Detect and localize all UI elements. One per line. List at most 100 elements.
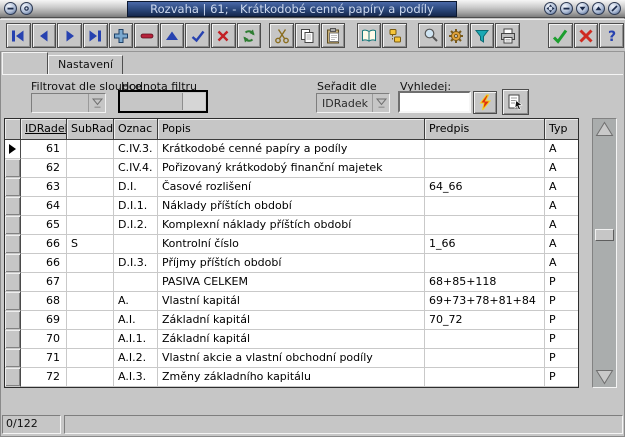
cell-typ[interactable]: P [545, 349, 578, 368]
cell-predpis[interactable] [425, 330, 545, 349]
scroll-up-button[interactable] [594, 120, 615, 138]
copy-structure-button[interactable] [382, 23, 407, 48]
cell-subradek[interactable] [67, 330, 114, 349]
cut-button[interactable] [269, 23, 294, 48]
select-from-list-button[interactable] [502, 89, 529, 115]
cell-subradek[interactable] [67, 197, 114, 216]
header-typ[interactable]: Typ [545, 119, 578, 140]
cell-popis[interactable]: PASIVA CELKEM [158, 273, 425, 292]
header-predpis[interactable]: Predpis [425, 119, 545, 140]
cancel-edit-button[interactable] [211, 23, 236, 48]
cell-idradek[interactable]: 61 [21, 140, 67, 159]
refresh-button[interactable] [237, 23, 262, 48]
row-selector[interactable] [5, 178, 21, 197]
cell-subradek[interactable] [67, 159, 114, 178]
vertical-scrollbar[interactable] [592, 118, 617, 388]
cell-oznac[interactable] [114, 235, 158, 254]
search-button[interactable] [418, 23, 443, 48]
cell-idradek[interactable]: 71 [21, 349, 67, 368]
cell-oznac[interactable]: D.I.2. [114, 216, 158, 235]
window-sticky-button[interactable] [20, 2, 33, 15]
cell-popis[interactable]: Komplexní náklady příštích období [158, 216, 425, 235]
cell-popis[interactable]: Náklady příštích období [158, 197, 425, 216]
shade-up-button[interactable] [592, 2, 605, 15]
table-row[interactable]: 70 A.I.1. Základní kapitál P [5, 330, 578, 349]
tab-nastaveni[interactable]: Nastavení [48, 55, 123, 74]
cell-predpis[interactable] [425, 254, 545, 273]
cell-idradek[interactable]: 64 [21, 197, 67, 216]
filter-value-field[interactable] [118, 90, 208, 113]
help-button[interactable]: ? [599, 23, 624, 48]
cell-idradek[interactable]: 66 [21, 254, 67, 273]
cell-predpis[interactable]: 1_66 [425, 235, 545, 254]
cell-popis[interactable]: Krátkodobé cenné papíry a podíly [158, 140, 425, 159]
prior-record-button[interactable] [32, 23, 57, 48]
header-subradek[interactable]: SubRadek [67, 119, 114, 140]
search-execute-button[interactable] [473, 91, 497, 114]
cell-typ[interactable]: A [545, 197, 578, 216]
row-selector[interactable] [5, 216, 21, 235]
cell-idradek[interactable]: 70 [21, 330, 67, 349]
cell-predpis[interactable] [425, 216, 545, 235]
cell-oznac[interactable]: D.I. [114, 178, 158, 197]
sort-combobox[interactable]: IDRadek [316, 93, 390, 113]
table-row[interactable]: 67 PASIVA CELKEM 68+85+118 P [5, 273, 578, 292]
row-selector[interactable] [5, 197, 21, 216]
cell-subradek[interactable] [67, 349, 114, 368]
table-row[interactable]: 66 S Kontrolní číslo 1_66 A [5, 235, 578, 254]
header-idradek[interactable]: IDRadek [21, 119, 67, 140]
cell-oznac[interactable]: A. [114, 292, 158, 311]
scroll-down-button[interactable] [594, 368, 615, 386]
cell-subradek[interactable] [67, 140, 114, 159]
browse-button[interactable] [357, 23, 382, 48]
shade-down-button[interactable] [576, 2, 589, 15]
cell-predpis[interactable]: 69+73+78+81+84 [425, 292, 545, 311]
confirm-button[interactable] [548, 23, 573, 48]
copy-button[interactable] [295, 23, 320, 48]
cell-typ[interactable]: A [545, 235, 578, 254]
cell-typ[interactable]: P [545, 273, 578, 292]
cell-idradek[interactable]: 68 [21, 292, 67, 311]
close-form-button[interactable] [574, 23, 599, 48]
cell-typ[interactable]: P [545, 311, 578, 330]
cell-oznac[interactable]: A.I.3. [114, 368, 158, 387]
cell-typ[interactable]: A [545, 178, 578, 197]
cell-popis[interactable]: Časové rozlišení [158, 178, 425, 197]
cell-predpis[interactable]: 68+85+118 [425, 273, 545, 292]
cell-popis[interactable]: Příjmy příštích období [158, 254, 425, 273]
cell-subradek[interactable] [67, 292, 114, 311]
cell-typ[interactable]: P [545, 368, 578, 387]
cell-oznac[interactable]: D.I.1. [114, 197, 158, 216]
table-row[interactable]: 71 A.I.2. Vlastní akcie a vlastní obchod… [5, 349, 578, 368]
cell-idradek[interactable]: 69 [21, 311, 67, 330]
paste-button[interactable] [321, 23, 346, 48]
row-selector[interactable] [5, 140, 21, 159]
row-selector[interactable] [5, 235, 21, 254]
close-button[interactable] [608, 2, 621, 15]
header-popis[interactable]: Popis [158, 119, 425, 140]
cell-subradek[interactable] [67, 178, 114, 197]
cell-oznac[interactable] [114, 273, 158, 292]
search-input[interactable] [398, 91, 471, 113]
table-row[interactable]: 68 A. Vlastní kapitál 69+73+78+81+84 P [5, 292, 578, 311]
cell-subradek[interactable]: S [67, 235, 114, 254]
cell-oznac[interactable]: A.I.2. [114, 349, 158, 368]
table-row[interactable]: 64 D.I.1. Náklady příštích období A [5, 197, 578, 216]
row-selector[interactable] [5, 254, 21, 273]
table-row[interactable]: 65 D.I.2. Komplexní náklady příštích obd… [5, 216, 578, 235]
edit-record-button[interactable] [160, 23, 185, 48]
scrollbar-thumb[interactable] [595, 229, 614, 241]
cell-predpis[interactable] [425, 197, 545, 216]
delete-record-button[interactable] [134, 23, 159, 48]
post-edit-button[interactable] [185, 23, 210, 48]
cell-idradek[interactable]: 67 [21, 273, 67, 292]
cell-popis[interactable]: Kontrolní číslo [158, 235, 425, 254]
cell-idradek[interactable]: 66 [21, 235, 67, 254]
cell-popis[interactable]: Změny základního kapitálu [158, 368, 425, 387]
minimize-button[interactable] [560, 2, 573, 15]
filter-value-button[interactable] [182, 93, 205, 110]
cell-popis[interactable]: Vlastní kapitál [158, 292, 425, 311]
row-selector[interactable] [5, 368, 21, 387]
cell-popis[interactable]: Vlastní akcie a vlastní obchodní podíly [158, 349, 425, 368]
last-record-button[interactable] [83, 23, 108, 48]
